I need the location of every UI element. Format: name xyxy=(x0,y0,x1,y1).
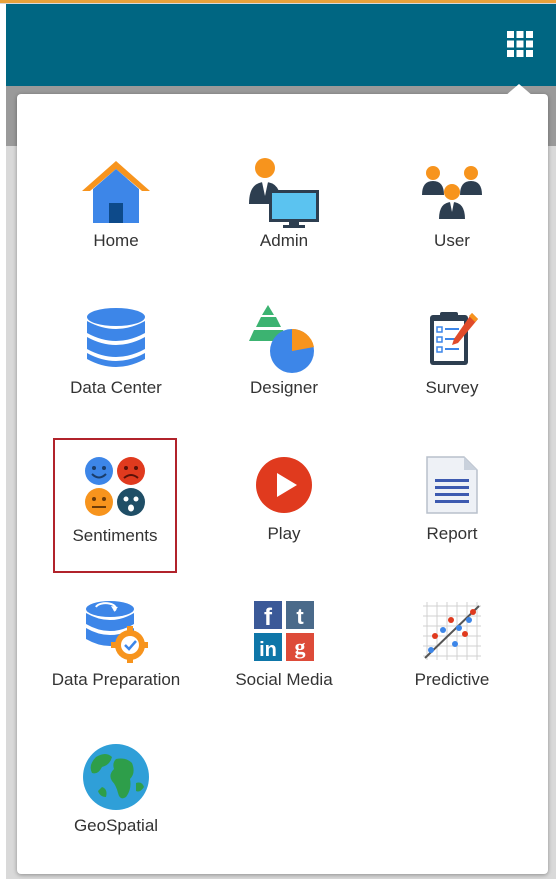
app-tile-play[interactable]: Play xyxy=(222,438,346,558)
app-label: Report xyxy=(426,524,478,543)
app-label: Data Center xyxy=(70,378,162,397)
app-label: Data Preparation xyxy=(51,670,181,689)
app-tile-designer[interactable]: Designer xyxy=(222,292,346,412)
grid-icon xyxy=(507,31,533,57)
app-label: Survey xyxy=(425,378,479,397)
app-tile-data-preparation[interactable]: Data Preparation xyxy=(51,584,181,704)
sentiments-icon xyxy=(85,457,145,516)
app-label: Play xyxy=(267,524,301,543)
app-tile-sentiments[interactable]: Sentiments xyxy=(53,438,177,573)
app-label: Home xyxy=(93,231,139,250)
svg-text:in: in xyxy=(259,639,277,661)
app-tile-home[interactable]: Home xyxy=(54,145,178,265)
app-header xyxy=(6,4,556,86)
app-label: Sentiments xyxy=(72,526,158,545)
app-label: Predictive xyxy=(414,670,490,689)
menu-caret xyxy=(505,84,533,96)
social-media-icon: f t in g xyxy=(254,601,314,661)
designer-icon xyxy=(249,305,314,373)
app-tile-user[interactable]: User xyxy=(390,145,514,265)
apps-menu-button[interactable] xyxy=(503,29,537,59)
app-tile-admin[interactable]: Admin xyxy=(222,145,346,265)
app-tile-geospatial[interactable]: GeoSpatial xyxy=(54,730,178,850)
data-preparation-icon xyxy=(86,601,148,663)
app-tile-survey[interactable]: Survey xyxy=(390,292,514,412)
home-icon xyxy=(82,161,150,223)
users-icon xyxy=(422,166,482,219)
database-icon xyxy=(87,308,145,367)
report-icon xyxy=(426,456,478,514)
svg-text:t: t xyxy=(296,604,304,629)
svg-text:f: f xyxy=(264,604,273,631)
predictive-icon xyxy=(423,602,481,660)
app-tile-data-center[interactable]: Data Center xyxy=(54,292,178,412)
survey-icon xyxy=(430,312,478,365)
app-label: Social Media xyxy=(235,670,333,689)
app-tile-social-media[interactable]: f t in g Social Media xyxy=(222,584,346,704)
admin-icon xyxy=(249,158,319,228)
app-label: Admin xyxy=(259,231,309,250)
app-tile-predictive[interactable]: Predictive xyxy=(390,584,514,704)
app-label: GeoSpatial xyxy=(73,816,159,835)
top-accent-line xyxy=(0,0,556,3)
play-icon xyxy=(256,457,312,513)
svg-text:g: g xyxy=(295,634,306,659)
app-label: User xyxy=(434,231,470,250)
globe-icon xyxy=(83,744,149,810)
app-tile-report[interactable]: Report xyxy=(390,438,514,558)
app-label: Designer xyxy=(249,378,319,397)
